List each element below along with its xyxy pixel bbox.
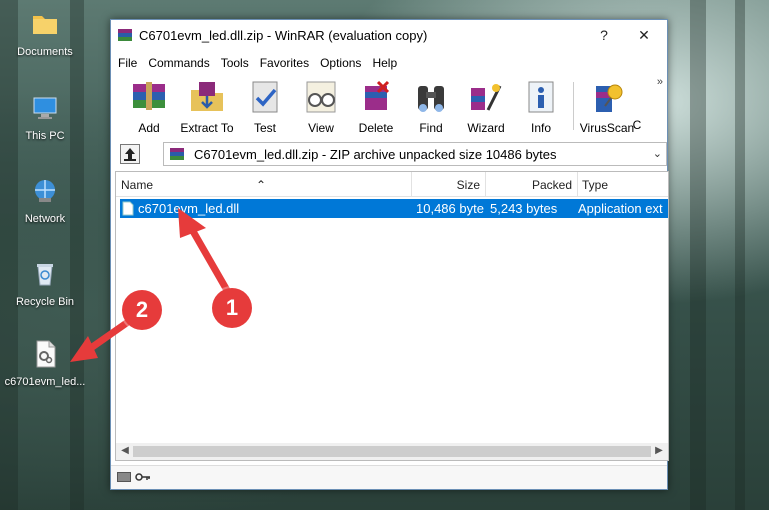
annotation-badge-2: 2 xyxy=(122,290,162,330)
arrow-2-head xyxy=(70,336,98,362)
arrow-2-shaft xyxy=(84,318,132,354)
arrow-1-shaft xyxy=(186,222,232,296)
annotation-arrows xyxy=(70,208,232,362)
annotation-badge-1: 1 xyxy=(212,288,252,328)
